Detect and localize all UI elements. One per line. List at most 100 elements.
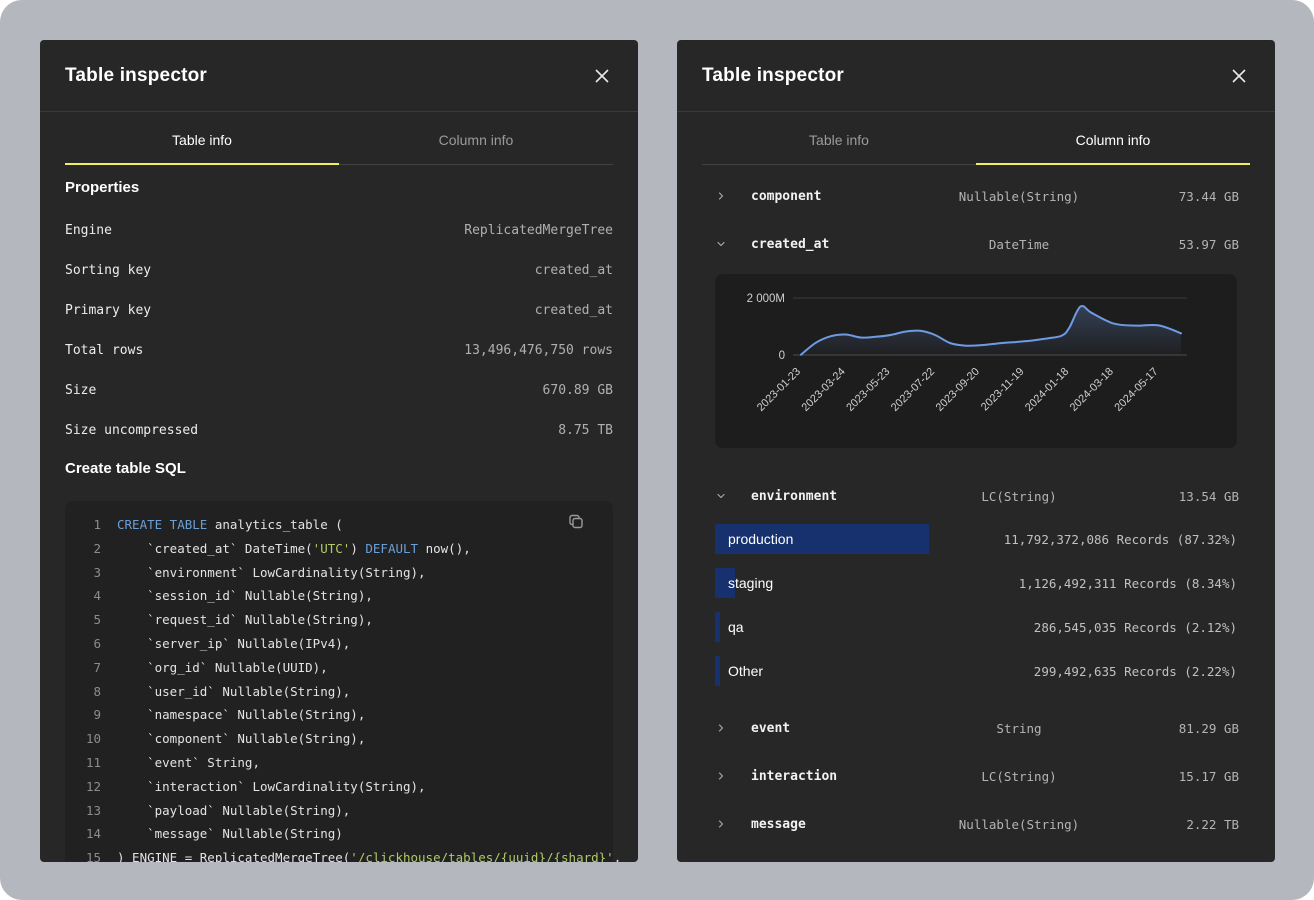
line-number: 10	[79, 727, 101, 751]
column-type: Nullable(String)	[919, 189, 1119, 204]
chevron-right-icon	[715, 818, 727, 830]
chevron-wrap	[715, 490, 731, 502]
tab-bar: Table info Column info	[702, 112, 1250, 165]
close-icon[interactable]	[1228, 65, 1250, 87]
line-number: 12	[79, 775, 101, 799]
tab-column-info[interactable]: Column info	[976, 112, 1250, 165]
column-list: componentNullable(String)73.44 GB create…	[702, 172, 1250, 848]
column-name: event	[751, 721, 919, 736]
tab-table-info[interactable]: Table info	[702, 112, 976, 164]
x-axis-tick-label: 2023-11-19	[979, 366, 1027, 414]
column-row-component[interactable]: componentNullable(String)73.44 GB	[702, 172, 1250, 220]
property-row: Size670.89 GB	[65, 370, 613, 410]
x-axis-tick-label: 2023-05-23	[844, 366, 892, 414]
environment-value-row: Other299,492,635 Records (2.22%)	[715, 656, 1237, 686]
sql-lines: 1CREATE TABLE analytics_table (2 `create…	[79, 513, 599, 862]
copy-icon[interactable]	[565, 511, 587, 536]
sql-token: `payload` Nullable(String),	[117, 799, 350, 823]
column-row-created_at[interactable]: created_atDateTime53.97 GB	[702, 220, 1250, 268]
sql-token: `interaction` LowCardinality(String),	[117, 775, 426, 799]
column-size: 13.54 GB	[1119, 489, 1239, 504]
sql-line: 7 `org_id` Nullable(UUID),	[79, 656, 599, 680]
chevron-right-icon	[715, 770, 727, 782]
chevron-wrap	[715, 770, 731, 782]
close-icon[interactable]	[591, 65, 613, 87]
tab-table-info[interactable]: Table info	[65, 112, 339, 165]
environment-value-label: Other	[715, 663, 763, 679]
property-value: 8.75 TB	[558, 423, 613, 438]
column-row-interaction[interactable]: interactionLC(String)15.17 GB	[702, 752, 1250, 800]
environment-value-records: 1,126,492,311 Records (8.34%)	[1019, 576, 1237, 591]
line-number: 9	[79, 703, 101, 727]
column-type: DateTime	[919, 237, 1119, 252]
property-value: ReplicatedMergeTree	[464, 223, 613, 238]
tab-column-info[interactable]: Column info	[339, 112, 613, 164]
area-fill	[801, 306, 1181, 355]
sql-line: 11 `event` String,	[79, 751, 599, 775]
sql-token: `event` String,	[117, 751, 260, 775]
table-info-body: Properties EngineReplicatedMergeTreeSort…	[40, 179, 638, 862]
x-axis-tick-label: 2023-01-23	[755, 366, 803, 414]
column-name: component	[751, 189, 919, 204]
chevron-down-icon	[715, 238, 727, 250]
property-label: Primary key	[65, 303, 151, 318]
line-number: 7	[79, 656, 101, 680]
x-axis-tick-label: 2023-09-20	[934, 366, 982, 414]
sql-line: 6 `server_ip` Nullable(IPv4),	[79, 632, 599, 656]
table-inspector-dialog-column-info: Table inspector Table info Column info c…	[677, 40, 1275, 862]
line-number: 13	[79, 799, 101, 823]
line-number: 11	[79, 751, 101, 775]
y-axis-tick-label: 0	[779, 350, 785, 362]
properties-list: Engine ReplicatedMergeTree Sorting key crea…	[65, 210, 613, 450]
property-row: Primary keycreated_at	[65, 290, 613, 330]
sql-token: `environment` LowCardinality(String),	[117, 561, 426, 585]
chevron-right-icon	[715, 722, 727, 734]
sql-token: `namespace` Nullable(String),	[117, 703, 365, 727]
environment-value-label: production	[715, 531, 793, 547]
x-axis-tick-label: 2023-03-24	[800, 366, 848, 414]
sql-token: `created_at` DateTime(	[117, 537, 313, 561]
property-row: Sorting key created_at	[65, 250, 613, 290]
sql-token: '/clickhouse/tables/{uuid}/{shard}'	[350, 846, 613, 862]
x-axis-tick-label: 2024-03-18	[1068, 366, 1116, 414]
column-row-event[interactable]: eventString81.29 GB	[702, 704, 1250, 752]
column-size: 53.97 GB	[1119, 237, 1239, 252]
environment-value-label: qa	[715, 619, 744, 635]
x-axis-tick-label: 2024-05-17	[1112, 366, 1160, 414]
column-row-environment[interactable]: environmentLC(String)13.54 GB	[702, 472, 1250, 520]
dialog-header: Table inspector	[40, 40, 638, 112]
sql-token: CREATE TABLE	[117, 513, 207, 537]
column-type: String	[919, 721, 1119, 736]
property-value: created_at	[535, 263, 613, 278]
sql-token: `org_id` Nullable(UUID),	[117, 656, 328, 680]
column-info-body: componentNullable(String)73.44 GB create…	[677, 172, 1275, 848]
column-size: 2.22 TB	[1119, 817, 1239, 832]
sql-line: 14 `message` Nullable(String)	[79, 822, 599, 846]
column-type: LC(String)	[919, 769, 1119, 784]
sql-line: 3 `environment` LowCardinality(String),	[79, 561, 599, 585]
sql-token: )	[350, 537, 365, 561]
property-value: 13,496,476,750 rows	[464, 343, 613, 358]
property-row: Engine ReplicatedMergeTree	[65, 210, 613, 250]
screenshot-canvas: Table inspector Table info Column info P…	[0, 0, 1314, 900]
environment-value-row: qa286,545,035 Records (2.12%)	[715, 612, 1237, 642]
x-axis-tick-label: 2024-01-18	[1023, 366, 1071, 414]
column-row-message[interactable]: messageNullable(String)2.22 TB	[702, 800, 1250, 848]
property-row: Total rows13,496,476,750 rows	[65, 330, 613, 370]
dialog-title: Table inspector	[65, 65, 207, 87]
sql-line: 13 `payload` Nullable(String),	[79, 799, 599, 823]
sql-token: 'UTC'	[313, 537, 351, 561]
column-type: LC(String)	[919, 489, 1119, 504]
property-label: Engine	[65, 223, 112, 238]
sql-line: 12 `interaction` LowCardinality(String),	[79, 775, 599, 799]
sql-line: 4 `session_id` Nullable(String),	[79, 584, 599, 608]
create-table-sql-heading: Create table SQL	[65, 460, 613, 477]
environment-value-records: 11,792,372,086 Records (87.32%)	[1004, 532, 1237, 547]
x-axis-tick-label: 2023-07-22	[889, 366, 937, 414]
sql-line: 15) ENGINE = ReplicatedMergeTree('/click…	[79, 846, 599, 862]
property-label: Sorting key	[65, 263, 151, 278]
sql-token: now(),	[418, 537, 471, 561]
line-number: 4	[79, 584, 101, 608]
y-axis-tick-label: 2 000M	[747, 293, 785, 305]
sql-token: `user_id` Nullable(String),	[117, 680, 350, 704]
